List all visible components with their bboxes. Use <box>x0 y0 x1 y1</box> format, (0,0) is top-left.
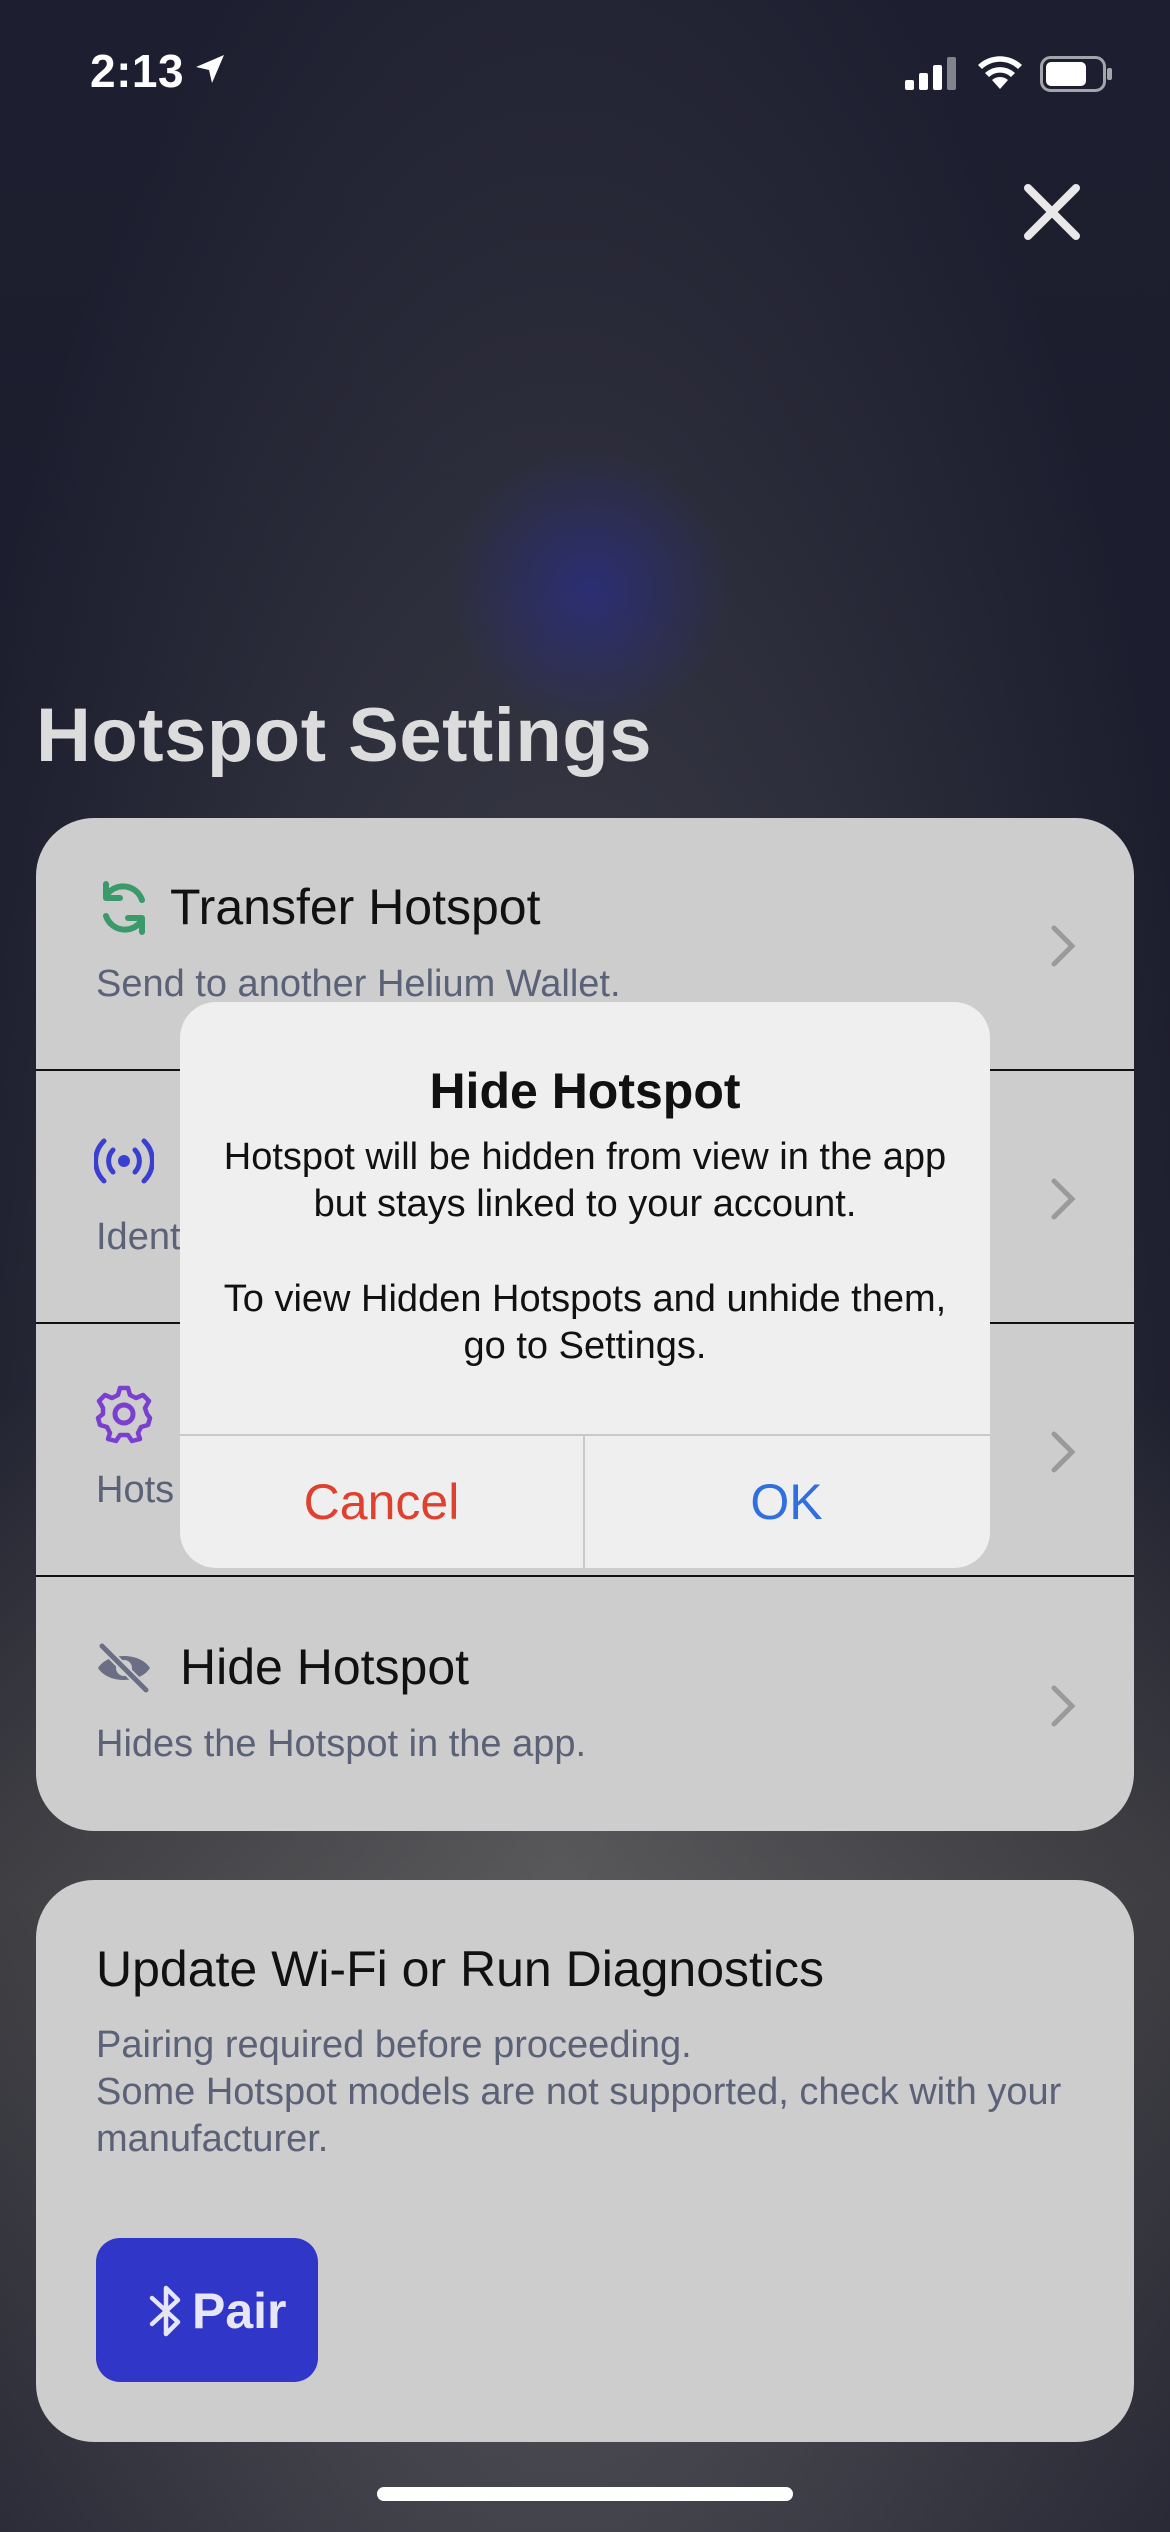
alert-message-1: Hotspot will be hidden from view in the … <box>223 1136 947 1225</box>
alert-message-2: To view Hidden Hotspots and unhide them,… <box>223 1278 947 1367</box>
row-title: Transfer Hotspot <box>170 879 541 935</box>
diagnostics-subtitle-line1: Pairing required before proceeding. <box>96 2024 692 2066</box>
status-bar: 2:13 <box>0 0 1170 150</box>
chevron-right-icon <box>1051 1685 1076 1727</box>
chevron-right-icon <box>1051 1178 1076 1220</box>
status-time: 2:13 <box>90 45 185 97</box>
chevron-right-icon <box>1051 1431 1076 1473</box>
bluetooth-icon <box>149 2285 181 2337</box>
pair-button[interactable]: Pair <box>96 2238 318 2382</box>
cellular-signal-icon <box>905 57 956 90</box>
row-subtitle: Hots <box>96 1469 175 1511</box>
page-title: Hotspot Settings <box>36 693 652 778</box>
row-subtitle: Send to another Helium Wallet. <box>96 963 621 1005</box>
row-subtitle: Hides the Hotspot in the app. <box>96 1723 587 1765</box>
ok-button[interactable]: OK <box>585 1436 988 1568</box>
wifi-icon <box>978 56 1022 89</box>
hide-hotspot-alert: Hide Hotspot Hotspot will be hidden from… <box>180 1002 990 1568</box>
pair-label: Pair <box>192 2283 287 2339</box>
alert-message: Hotspot will be hidden from view in the … <box>220 1134 950 1370</box>
diagnostics-subtitle: Pairing required before proceeding. Some… <box>96 2022 1096 2163</box>
broadcast-icon <box>94 1138 154 1184</box>
gear-icon <box>95 1385 153 1444</box>
location-arrow-icon <box>196 55 224 83</box>
eye-slash-icon <box>97 1641 151 1695</box>
row-title: Hide Hotspot <box>180 1639 470 1695</box>
diagnostics-card: Update Wi-Fi or Run Diagnostics Pairing … <box>36 1880 1134 2442</box>
hide-hotspot-row[interactable]: Hide Hotspot Hides the Hotspot in the ap… <box>36 1578 1134 1831</box>
row-subtitle: Ident <box>96 1216 181 1258</box>
chevron-right-icon <box>1051 925 1076 967</box>
diagnostics-title: Update Wi-Fi or Run Diagnostics <box>96 1941 825 1997</box>
divider <box>36 1575 1134 1577</box>
home-indicator <box>377 2487 793 2501</box>
diagnostics-subtitle-line2: Some Hotspot models are not supported, c… <box>96 2071 1062 2160</box>
alert-title: Hide Hotspot <box>429 1063 741 1119</box>
close-icon[interactable] <box>1020 180 1084 244</box>
battery-icon <box>1040 56 1112 92</box>
cancel-button[interactable]: Cancel <box>180 1436 583 1568</box>
transfer-icon <box>103 881 145 935</box>
